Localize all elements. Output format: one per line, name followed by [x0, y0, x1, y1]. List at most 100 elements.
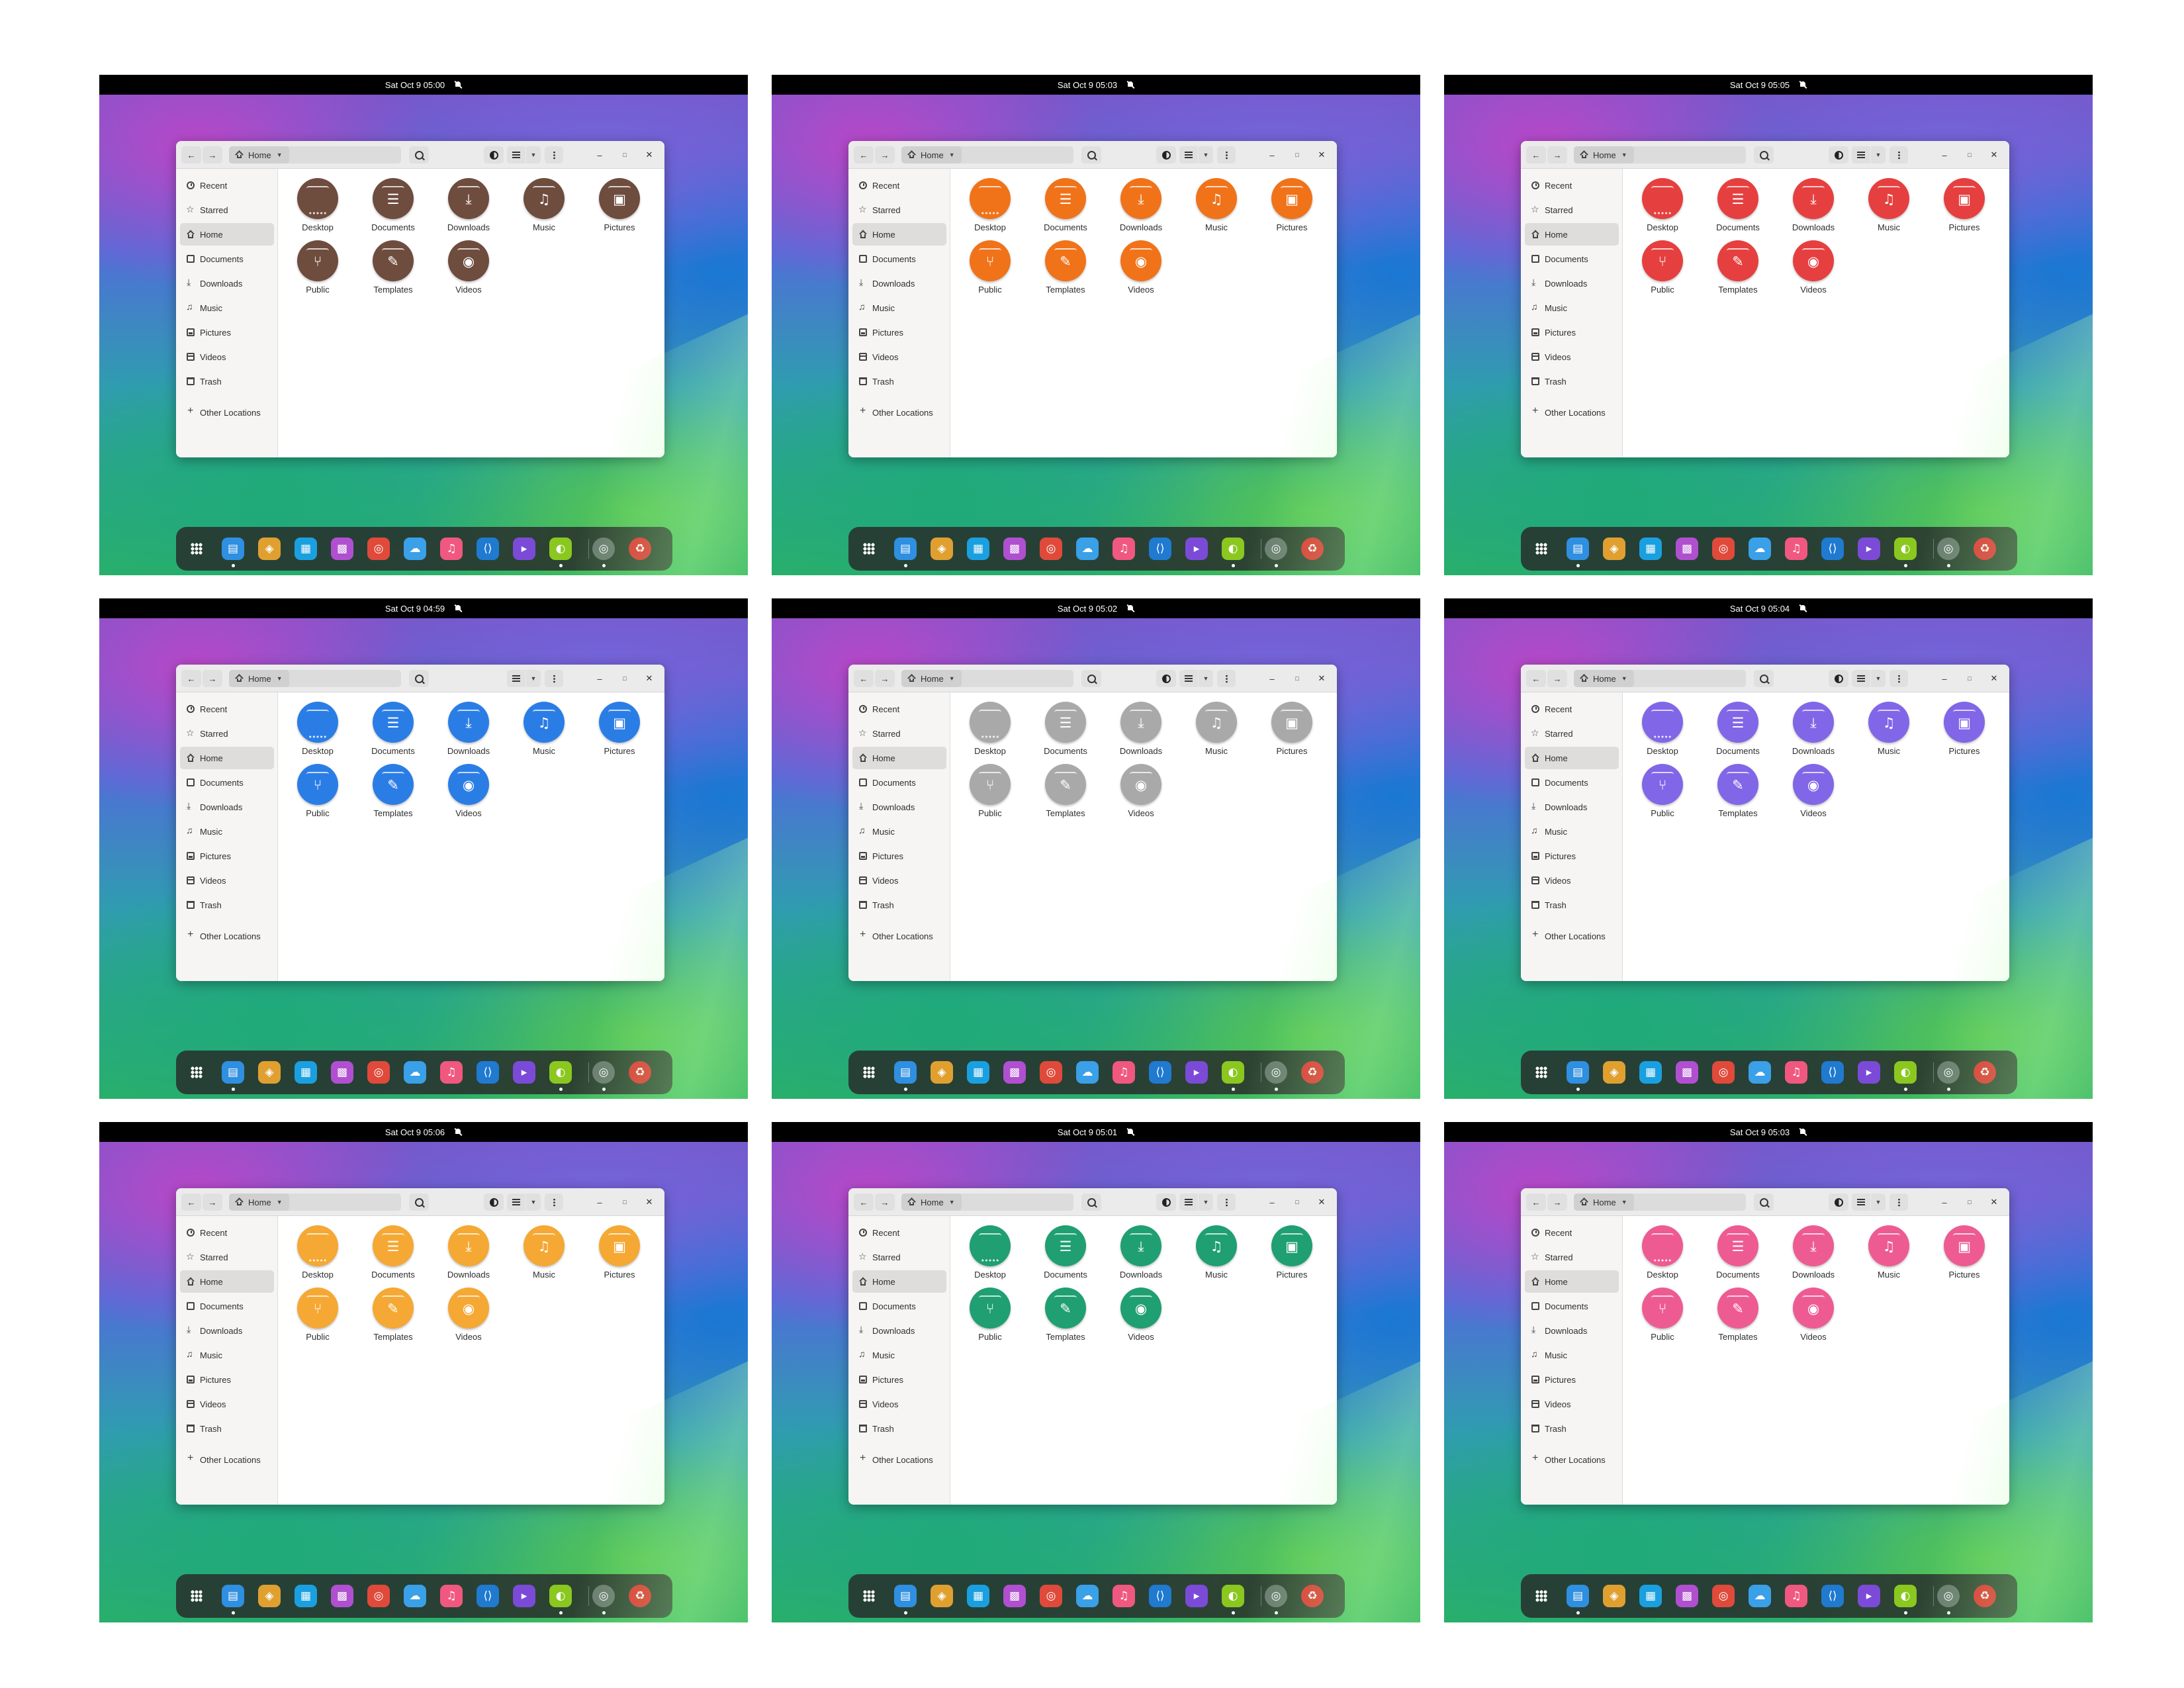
contrast-button[interactable]	[484, 146, 504, 164]
folder-downloads[interactable]: ⤓ Downloads	[435, 702, 502, 761]
close-button[interactable]: ✕	[1314, 146, 1330, 164]
folder-public[interactable]: ⑂ Public	[957, 764, 1023, 823]
files-icon[interactable]: ▤	[1567, 538, 1589, 560]
sidebar-item-recent[interactable]: Recent	[180, 174, 274, 197]
maps-icon[interactable]: ◈	[1603, 538, 1625, 560]
back-button[interactable]: ←	[1526, 1194, 1546, 1211]
trash-can-icon[interactable]: ♻	[1301, 1061, 1324, 1084]
files-icon[interactable]: ▤	[894, 538, 917, 560]
sidebar-item-starred[interactable]: Starred	[180, 199, 274, 221]
folder-desktop[interactable]: Desktop	[1629, 702, 1696, 761]
weather-icon[interactable]: ☁	[404, 1585, 426, 1607]
app-grid-icon[interactable]	[858, 538, 880, 560]
folder-public[interactable]: ⑂ Public	[285, 1288, 351, 1347]
sidebar-item-downloads[interactable]: Downloads	[180, 272, 274, 295]
disk-usage-icon[interactable]: ◐	[1894, 1585, 1917, 1607]
path-home-segment[interactable]: Home ▼	[229, 1194, 289, 1211]
folder-documents[interactable]: ☰ Documents	[1705, 178, 1771, 238]
sidebar-item-trash[interactable]: Trash	[180, 370, 274, 393]
path-home-segment[interactable]: Home ▼	[1574, 146, 1634, 164]
folder-desktop[interactable]: Desktop	[1629, 178, 1696, 238]
maximize-button[interactable]: □	[617, 670, 633, 687]
trash-can-icon[interactable]: ♻	[629, 1585, 651, 1607]
view-toggle-button[interactable]	[1852, 1194, 1870, 1211]
maps-icon[interactable]: ◈	[258, 1585, 281, 1607]
chrome-icon[interactable]: ◎	[1712, 1585, 1735, 1607]
sidebar-item-downloads[interactable]: Downloads	[852, 796, 946, 818]
disk-usage-icon[interactable]: ◐	[1222, 538, 1244, 560]
view-toggle-button[interactable]	[1852, 670, 1870, 687]
minimize-button[interactable]: –	[592, 1194, 608, 1211]
maximize-button[interactable]: □	[617, 1194, 633, 1211]
folder-music[interactable]: ♫ Music	[1183, 702, 1250, 761]
chrome-icon[interactable]: ◎	[1712, 538, 1735, 560]
folder-music[interactable]: ♫ Music	[511, 702, 577, 761]
settings-icon[interactable]: ◎	[1265, 1061, 1287, 1084]
settings-icon[interactable]: ◎	[1937, 1061, 1960, 1084]
sidebar-item-home[interactable]: Home	[1525, 1270, 1619, 1293]
folder-downloads[interactable]: ⤓ Downloads	[1780, 178, 1846, 238]
contrast-button[interactable]	[484, 1194, 504, 1211]
sidebar-item-pictures[interactable]: Pictures	[852, 1368, 946, 1391]
chrome-icon[interactable]: ◎	[367, 538, 390, 560]
path-bar[interactable]: Home ▼	[901, 670, 1073, 687]
sidebar-item-documents[interactable]: Documents	[852, 248, 946, 270]
sidebar-item-trash[interactable]: Trash	[180, 894, 274, 916]
calendar-icon[interactable]: ▩	[331, 538, 353, 560]
forward-button[interactable]: →	[203, 670, 222, 687]
settings-icon[interactable]: ◎	[1937, 1585, 1960, 1607]
sidebar-item-starred[interactable]: Starred	[180, 722, 274, 745]
music-player-icon[interactable]: ♫	[1785, 1061, 1807, 1084]
folder-documents[interactable]: ☰ Documents	[1032, 178, 1099, 238]
folder-downloads[interactable]: ⤓ Downloads	[1780, 1225, 1846, 1285]
sidebar-item-videos[interactable]: Videos	[852, 869, 946, 892]
sidebar-item-starred[interactable]: Starred	[852, 722, 946, 745]
folder-downloads[interactable]: ⤓ Downloads	[435, 178, 502, 238]
sidebar-item-music[interactable]: Music	[852, 820, 946, 843]
close-button[interactable]: ✕	[1314, 1194, 1330, 1211]
minimize-button[interactable]: –	[1936, 146, 1952, 164]
folder-videos[interactable]: ◉ Videos	[1108, 240, 1174, 300]
folder-music[interactable]: ♫ Music	[1183, 1225, 1250, 1285]
top-bar[interactable]: Sat Oct 9 05:03	[772, 75, 1420, 95]
close-button[interactable]: ✕	[1986, 146, 2002, 164]
view-toggle-button[interactable]	[507, 146, 525, 164]
folder-music[interactable]: ♫ Music	[1856, 1225, 1922, 1285]
sidebar-item-music[interactable]: Music	[852, 297, 946, 319]
sidebar-item-trash[interactable]: Trash	[1525, 370, 1619, 393]
contrast-button[interactable]	[1829, 1194, 1848, 1211]
forward-button[interactable]: →	[1547, 1194, 1567, 1211]
folder-public[interactable]: ⑂ Public	[957, 240, 1023, 300]
maximize-button[interactable]: □	[1962, 670, 1978, 687]
sidebar-item-other-locations[interactable]: Other Locations	[852, 925, 946, 947]
sidebar-item-recent[interactable]: Recent	[180, 698, 274, 720]
sidebar-item-other-locations[interactable]: Other Locations	[852, 1448, 946, 1471]
sidebar-item-music[interactable]: Music	[180, 297, 274, 319]
sidebar-item-documents[interactable]: Documents	[180, 771, 274, 794]
main-menu-button[interactable]	[1889, 1194, 1908, 1211]
software-icon[interactable]: ▦	[295, 1585, 317, 1607]
path-bar[interactable]: Home ▼	[901, 146, 1073, 164]
disk-usage-icon[interactable]: ◐	[549, 1061, 572, 1084]
search-button[interactable]	[409, 146, 429, 164]
forward-button[interactable]: →	[1547, 146, 1567, 164]
main-menu-button[interactable]	[1889, 670, 1908, 687]
search-button[interactable]	[1754, 1194, 1774, 1211]
folder-documents[interactable]: ☰ Documents	[1705, 1225, 1771, 1285]
settings-icon[interactable]: ◎	[1937, 538, 1960, 560]
clock-text[interactable]: Sat Oct 9 05:01	[1058, 1127, 1117, 1137]
settings-icon[interactable]: ◎	[1265, 538, 1287, 560]
top-bar[interactable]: Sat Oct 9 05:04	[1444, 598, 2093, 618]
folder-pictures[interactable]: ▣ Pictures	[1931, 178, 1997, 238]
weather-icon[interactable]: ☁	[1749, 1061, 1771, 1084]
sidebar-item-trash[interactable]: Trash	[180, 1417, 274, 1440]
sidebar-item-pictures[interactable]: Pictures	[852, 321, 946, 344]
terminal-icon[interactable]: ▸	[1185, 1061, 1208, 1084]
clock-text[interactable]: Sat Oct 9 05:00	[385, 80, 445, 90]
maps-icon[interactable]: ◈	[1603, 1585, 1625, 1607]
contrast-button[interactable]	[1156, 1194, 1176, 1211]
close-button[interactable]: ✕	[1986, 1194, 2002, 1211]
forward-button[interactable]: →	[203, 1194, 222, 1211]
terminal-icon[interactable]: ▸	[1858, 1585, 1880, 1607]
top-bar[interactable]: Sat Oct 9 05:01	[772, 1122, 1420, 1142]
